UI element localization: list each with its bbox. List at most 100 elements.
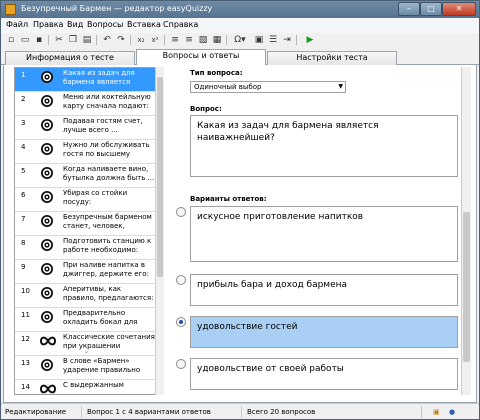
question-type-label: Тип вопроса: <box>190 69 243 77</box>
answer-radio-2[interactable] <box>176 275 186 285</box>
question-text: Убирая со стойки посуду: <box>63 189 128 206</box>
question-list-item[interactable]: 9 При наливе напитка в джиггер, держите е… <box>15 260 155 284</box>
question-text: Классические сочетания при украшении кок… <box>63 333 155 353</box>
toolbar-separator <box>130 35 131 45</box>
new-file-icon[interactable]: ▫ <box>5 34 17 46</box>
target-icon <box>40 94 54 108</box>
question-text: Аперитивы, как правило, предлагаются: <box>63 285 154 302</box>
question-number: 7 <box>21 215 26 223</box>
target-icon <box>40 286 54 300</box>
editor-scrollbar[interactable] <box>461 67 471 395</box>
answer-field-4[interactable]: удовольствие от своей работы <box>190 358 458 390</box>
question-number: 9 <box>21 263 26 271</box>
answer-radio-1[interactable] <box>176 207 186 217</box>
paste-icon[interactable]: ▤ <box>81 34 93 46</box>
menu-insert[interactable]: Вставка <box>127 20 161 29</box>
tab-test-info[interactable]: Информация о тесте <box>5 51 135 65</box>
question-text: Какая из задач для бармена является наив… <box>63 69 135 89</box>
title-bar: Безупречный Бармен — редактор easyQuizzy… <box>1 1 479 18</box>
question-list[interactable]: 1 Какая из задач для бармена является наи… <box>14 67 156 395</box>
question-number: 3 <box>21 119 26 127</box>
answer-radio-4[interactable] <box>176 359 186 369</box>
question-list-item[interactable]: 6 Убирая со стойки посуду: <box>15 188 155 212</box>
status-bar: Редактирование Вопрос 1 с 4 вариантами о… <box>1 403 479 419</box>
question-number: 5 <box>21 167 26 175</box>
question-number: 13 <box>21 359 30 367</box>
question-text: Когда наливаете вино, бутылка должна быт… <box>63 165 155 182</box>
menu-help[interactable]: Справка <box>163 20 198 29</box>
symbol-omega-icon[interactable]: Ω▾ <box>231 34 249 46</box>
toolbar-separator <box>164 35 165 45</box>
question-list-item[interactable]: 7 Безупречным барменом станет, человек, к… <box>15 212 155 236</box>
question-list-item[interactable]: 1 Какая из задач для бармена является наи… <box>15 68 155 92</box>
question-number: 8 <box>21 239 26 247</box>
question-list-item[interactable]: 13 В слове «Бармен» ударение правильно ст… <box>15 356 155 380</box>
close-button[interactable]: ✕ <box>442 2 476 16</box>
tab-test-settings[interactable]: Настройки теста <box>267 51 397 65</box>
question-list-item[interactable]: 3 Подавая гостям счет, лучше всего ... <box>15 116 155 140</box>
question-list-item[interactable]: 5 Когда наливаете вино, бутылка должна бы… <box>15 164 155 188</box>
scrollbar-thumb[interactable] <box>157 77 163 277</box>
menu-bar: Файл Правка Вид Вопросы Вставка Справка <box>1 18 479 33</box>
answer-field-2[interactable]: прибыль бара и доход бармена <box>190 274 458 306</box>
question-list-item[interactable]: 8 Подготовить станцию к работе необходимо… <box>15 236 155 260</box>
question-type-select[interactable]: Одиночный выбор ▼ <box>190 81 346 93</box>
menu-edit[interactable]: Правка <box>33 20 63 29</box>
status-question-info: Вопрос 1 с 4 вариантами ответов <box>87 408 211 416</box>
answer-field-1[interactable]: искусное приготовление напитков <box>190 206 458 262</box>
question-text: Подавая гостям счет, лучше всего ... <box>63 117 143 134</box>
table-icon[interactable]: ▦ <box>211 34 223 46</box>
question-list-item[interactable]: 12 Классические сочетания при украшении к… <box>15 332 155 356</box>
image-icon[interactable]: ▧ <box>197 34 209 46</box>
target-icon <box>40 70 54 84</box>
target-icon <box>40 310 54 324</box>
question-list-scrollbar[interactable] <box>155 67 164 395</box>
question-text: При наливе напитка в джиггер, держите ег… <box>63 261 149 278</box>
answer-radio-3[interactable] <box>176 317 186 327</box>
question-list-item[interactable]: 4 Нужно ли обслуживать гостя по высшему к… <box>15 140 155 164</box>
align-left-icon[interactable]: ≡ <box>169 34 181 46</box>
toolbar-separator <box>226 35 227 45</box>
menu-file[interactable]: Файл <box>6 20 28 29</box>
toolbar-separator <box>96 35 97 45</box>
answers-label: Варианты ответов: <box>190 195 267 203</box>
question-text: Безупречным барменом станет, человек, ко… <box>63 213 152 233</box>
open-folder-icon[interactable]: ▭ <box>19 34 31 46</box>
globe-icon: ● <box>449 408 456 416</box>
redo-icon[interactable]: ↷ <box>115 34 127 46</box>
window-title: Безупречный Бармен — редактор easyQuizzy <box>21 4 213 13</box>
superscript-icon[interactable]: x² <box>149 34 161 46</box>
question-number: 12 <box>21 335 30 343</box>
question-list-item[interactable]: 11 Предварительно охладить бокал для пода… <box>15 308 155 332</box>
tab-questions-answers[interactable]: Вопросы и ответы <box>136 49 266 66</box>
cut-icon[interactable]: ✂ <box>53 34 65 46</box>
toolbar-separator <box>296 35 297 45</box>
save-icon[interactable]: ▪ <box>33 34 45 46</box>
format-icon[interactable]: ▣ <box>253 34 265 46</box>
chevron-down-icon: ▼ <box>338 83 343 90</box>
status-mode: Редактирование <box>5 408 67 416</box>
list-icon[interactable]: ☰ <box>267 34 279 46</box>
undo-icon[interactable]: ↶ <box>101 34 113 46</box>
question-number: 10 <box>21 287 30 295</box>
menu-questions[interactable]: Вопросы <box>87 20 123 29</box>
status-separator <box>241 406 242 418</box>
question-list-item[interactable]: 2 Меню или коктейльную карту сначала пода… <box>15 92 155 116</box>
run-test-icon[interactable]: ▶ <box>304 34 316 46</box>
answer-field-3[interactable]: удовольствие гостей <box>190 316 458 348</box>
question-text: В слове «Бармен» ударение правильно ста.… <box>63 357 141 377</box>
scrollbar-thumb[interactable] <box>463 212 470 362</box>
align-center-icon[interactable]: ≡ <box>183 34 195 46</box>
question-text-field[interactable]: Какая из задач для бармена является наив… <box>190 115 458 177</box>
minimize-button[interactable]: – <box>398 2 420 16</box>
subscript-icon[interactable]: x₂ <box>135 34 147 46</box>
lock-icon: ▣ <box>433 408 440 416</box>
question-list-item[interactable]: 14 С выдержанным <box>15 380 155 394</box>
copy-icon[interactable]: ❐ <box>67 34 79 46</box>
question-type-value: Одиночный выбор <box>194 83 262 91</box>
indent-icon[interactable]: ⇥ <box>281 34 293 46</box>
menu-view[interactable]: Вид <box>67 20 83 29</box>
maximize-button[interactable]: □ <box>420 2 442 16</box>
status-separator <box>81 406 82 418</box>
question-list-item[interactable]: 10 Аперитивы, как правило, предлагаются: <box>15 284 155 308</box>
